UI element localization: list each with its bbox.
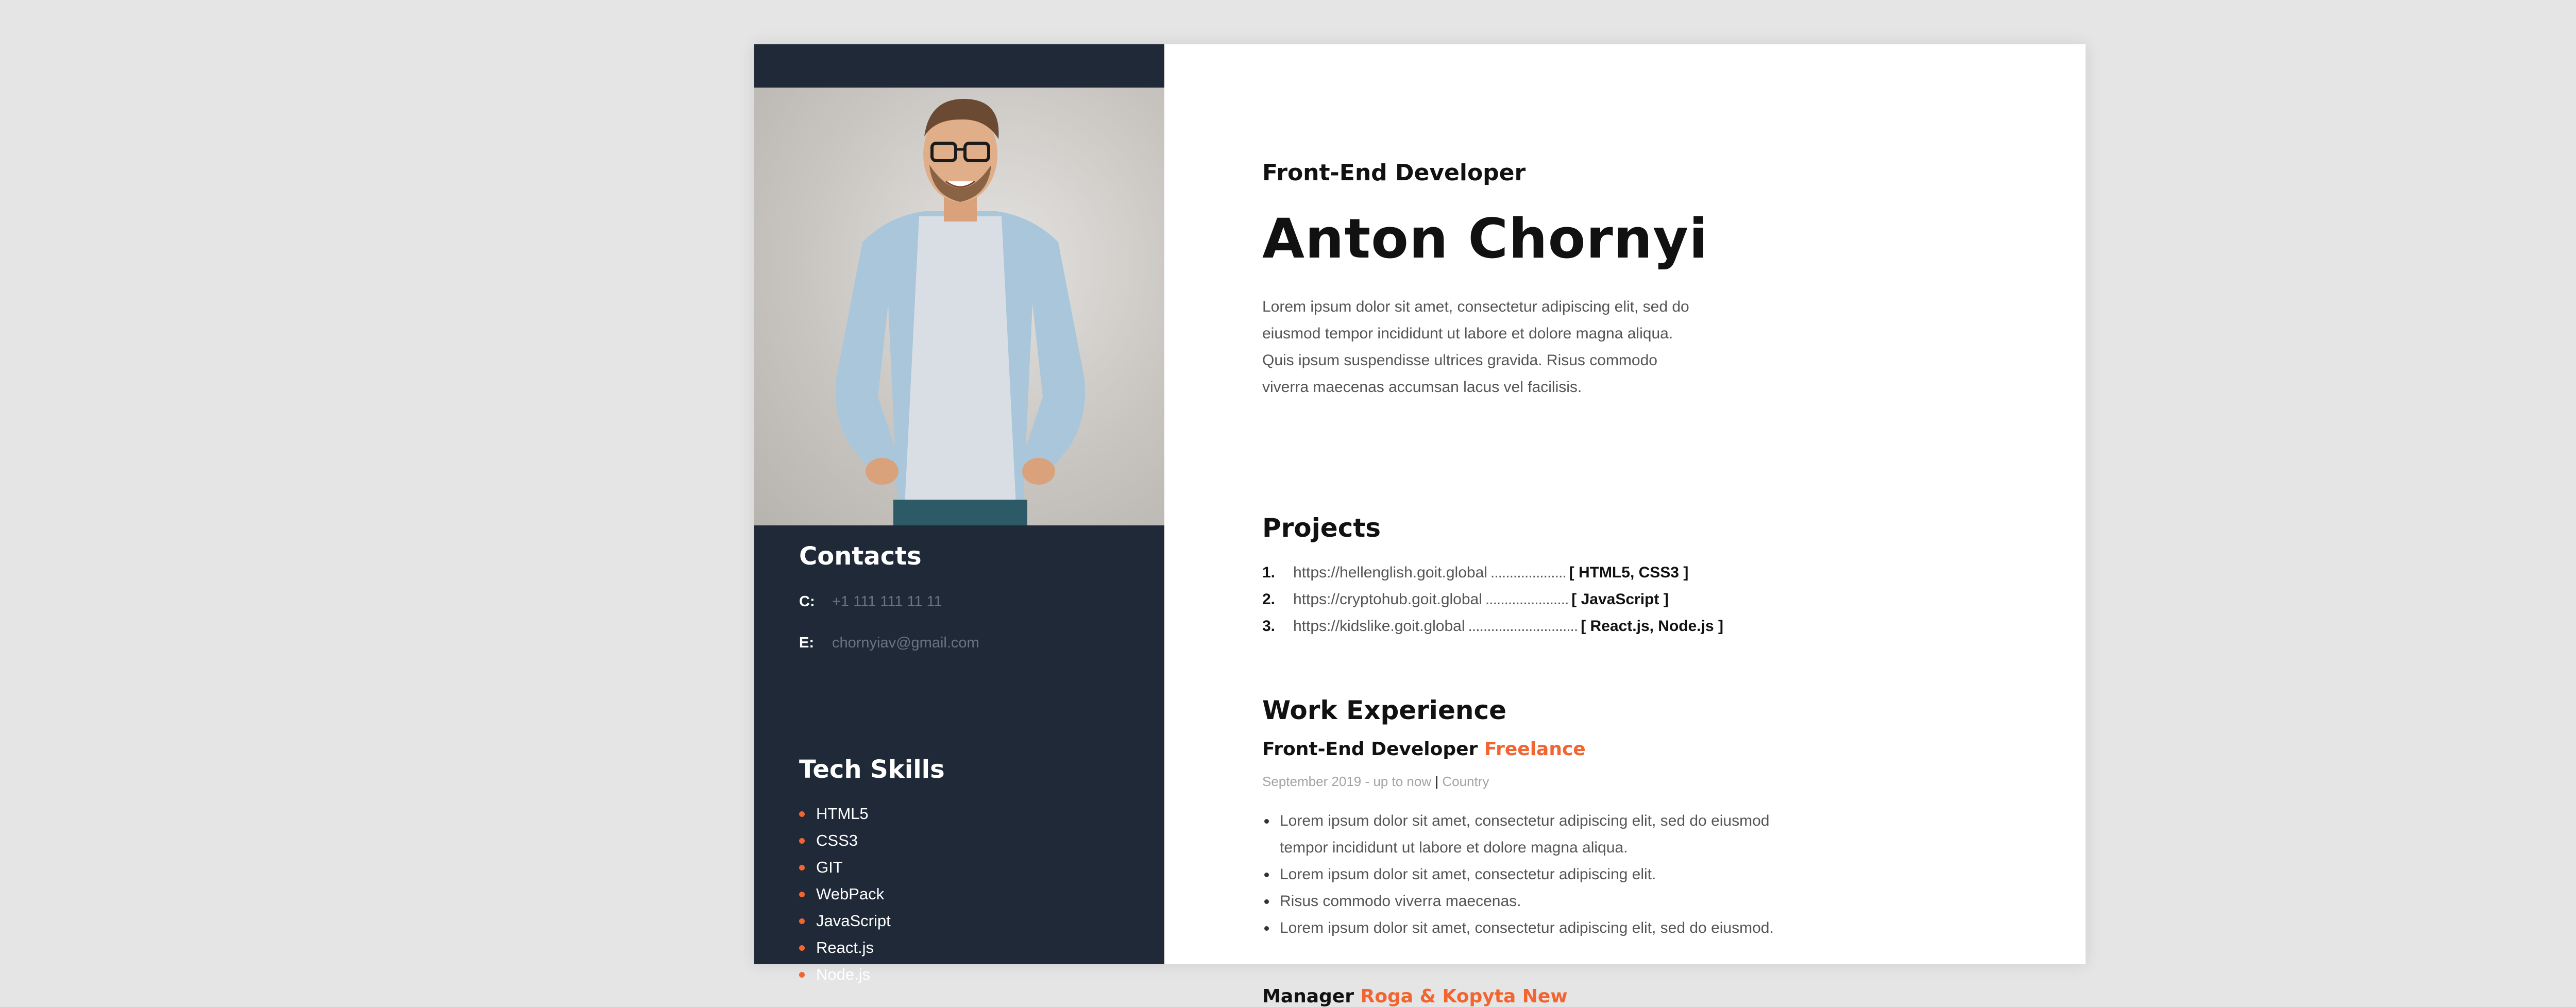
bullet-dot-icon xyxy=(799,811,805,817)
skill-item: JavaScript xyxy=(799,908,891,934)
job-meta-separator: | xyxy=(1435,774,1439,789)
job-position: Front-End Developer xyxy=(1262,739,1478,760)
job-company: Roga & Kopyta New xyxy=(1360,986,1568,1007)
bullet-dot-icon xyxy=(799,918,805,924)
resume-page: Contacts C: +1 111 111 11 11 E: chornyia… xyxy=(754,44,2086,1007)
duty-item: Risus commodo viverra maecenas. xyxy=(1262,888,1783,915)
project-leader-dots: ............................. xyxy=(1468,618,1579,635)
job-period: September 2019 - up to now xyxy=(1262,774,1432,789)
profile-photo xyxy=(754,88,1164,525)
contact-email-value[interactable]: chornyiav@gmail.com xyxy=(832,635,979,652)
work-experience-heading: Work Experience xyxy=(1262,695,1506,725)
project-tech: [ HTML5, CSS3 ] xyxy=(1569,564,1689,581)
tech-skills-list: HTML5 CSS3 GIT WebPack JavaScript React.… xyxy=(799,800,891,988)
duty-item: Lorem ipsum dolor sit amet, consectetur … xyxy=(1262,808,1783,861)
bullet-dot-icon xyxy=(799,971,805,978)
skill-label: WebPack xyxy=(816,885,885,903)
project-tech: [ JavaScript ] xyxy=(1571,591,1669,608)
contact-email: E: chornyiav@gmail.com xyxy=(799,635,979,652)
resume-sidebar: Contacts C: +1 111 111 11 11 E: chornyia… xyxy=(754,44,1164,983)
project-link[interactable]: https://kidslike.goit.global xyxy=(1293,613,1465,640)
skill-item: Node.js xyxy=(799,961,891,988)
skill-label: CSS3 xyxy=(816,831,858,849)
project-item: 3. https://kidslike.goit.global ........… xyxy=(1262,613,1723,640)
skill-label: GIT xyxy=(816,858,843,876)
job-role-subtitle: Front-End Developer xyxy=(1262,160,1526,186)
tech-skills-heading: Tech Skills xyxy=(799,755,945,784)
job-duties-list: Lorem ipsum dolor sit amet, consectetur … xyxy=(1262,808,1783,942)
project-leader-dots: ...................... xyxy=(1485,591,1569,608)
project-link[interactable]: https://hellenglish.goit.global xyxy=(1293,559,1487,586)
skill-item: CSS3 xyxy=(799,827,891,854)
job-location: Country xyxy=(1442,774,1489,789)
project-item: 1. https://hellenglish.goit.global .....… xyxy=(1262,559,1723,586)
job-title-line: Manager Roga & Kopyta New xyxy=(1262,986,1568,1007)
bullet-dot-icon xyxy=(799,891,805,897)
skill-item: React.js xyxy=(799,934,891,961)
project-link[interactable]: https://cryptohub.goit.global xyxy=(1293,586,1482,613)
bullet-dot-icon xyxy=(799,864,805,871)
job-title-line: Front-End Developer Freelance xyxy=(1262,739,1586,760)
projects-heading: Projects xyxy=(1262,513,1381,543)
bullet-dot-icon xyxy=(799,945,805,951)
project-number: 3. xyxy=(1262,618,1276,635)
skill-item: WebPack xyxy=(799,881,891,908)
project-leader-dots: .................... xyxy=(1490,564,1567,581)
skill-label: React.js xyxy=(816,938,874,957)
contact-phone: C: +1 111 111 11 11 xyxy=(799,593,942,610)
project-item: 2. https://cryptohub.goit.global .......… xyxy=(1262,586,1723,613)
project-number: 2. xyxy=(1262,591,1276,608)
person-name: Anton Chornyi xyxy=(1262,207,1708,270)
skill-item: GIT xyxy=(799,854,891,881)
bullet-dot-icon xyxy=(799,838,805,844)
duty-item: Lorem ipsum dolor sit amet, consectetur … xyxy=(1262,861,1783,888)
contact-phone-label: C: xyxy=(799,593,815,610)
skill-label: JavaScript xyxy=(816,912,891,930)
job-company: Freelance xyxy=(1484,739,1586,760)
contacts-heading: Contacts xyxy=(799,542,922,571)
contact-phone-value[interactable]: +1 111 111 11 11 xyxy=(832,593,942,610)
skill-label: Node.js xyxy=(816,965,871,983)
skill-item: HTML5 xyxy=(799,800,891,827)
profile-photo-illustration xyxy=(836,98,1085,525)
contact-email-label: E: xyxy=(799,635,814,651)
job-meta: September 2019 - up to now | Country xyxy=(1262,774,1489,790)
job-position: Manager xyxy=(1262,986,1354,1007)
project-number: 1. xyxy=(1262,564,1276,581)
duty-item: Lorem ipsum dolor sit amet, consectetur … xyxy=(1262,915,1783,942)
about-paragraph: Lorem ipsum dolor sit amet, consectetur … xyxy=(1262,298,1689,396)
projects-list: 1. https://hellenglish.goit.global .....… xyxy=(1262,559,1723,640)
project-tech: [ React.js, Node.js ] xyxy=(1581,618,1723,635)
skill-label: HTML5 xyxy=(816,805,869,823)
